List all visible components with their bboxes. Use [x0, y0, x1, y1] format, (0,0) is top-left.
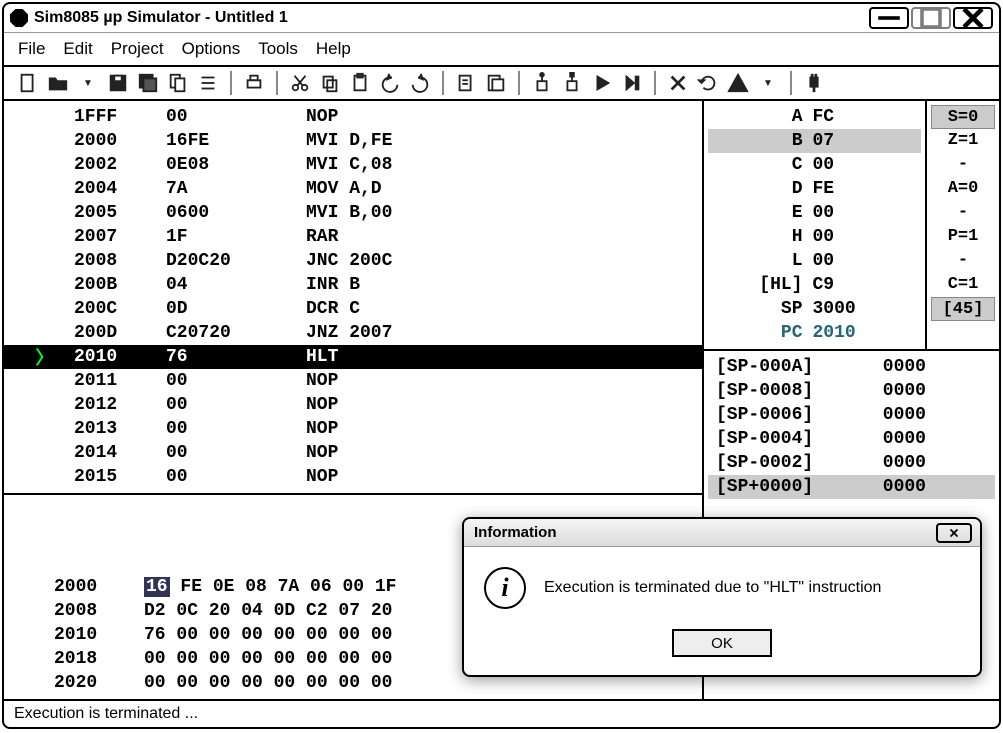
- open-file-icon[interactable]: [46, 71, 70, 95]
- code-row[interactable]: 200DC20720JNZ 2007: [4, 321, 702, 345]
- toolbar-separator: [654, 71, 656, 95]
- flag-cell: Z=1: [931, 129, 995, 153]
- register-row-h[interactable]: H00: [708, 225, 921, 249]
- statusbar: Execution is terminated ...: [4, 699, 999, 727]
- flag-cell: A=0: [931, 177, 995, 201]
- flag-cell: S=0: [931, 105, 995, 129]
- new-file-icon[interactable]: [16, 71, 40, 95]
- save-icon[interactable]: [106, 71, 130, 95]
- register-row-c[interactable]: C00: [708, 153, 921, 177]
- plug-icon[interactable]: [802, 71, 826, 95]
- paste-icon[interactable]: [348, 71, 372, 95]
- register-row-l[interactable]: L00: [708, 249, 921, 273]
- dropdown-icon[interactable]: ▼: [76, 71, 100, 95]
- menu-options[interactable]: Options: [182, 39, 241, 59]
- flags-pane[interactable]: S=0Z=1-A=0-P=1-C=1[45]: [927, 101, 999, 349]
- stack-row[interactable]: [SP-000A]0000: [708, 355, 995, 379]
- redo-icon[interactable]: [408, 71, 432, 95]
- code-row[interactable]: 201500NOP: [4, 465, 702, 489]
- flag-cell: C=1: [931, 273, 995, 297]
- menu-edit[interactable]: Edit: [63, 39, 92, 59]
- code-row[interactable]: 20071FRAR: [4, 225, 702, 249]
- dialog-title: Information: [474, 524, 936, 541]
- play-icon[interactable]: [590, 71, 614, 95]
- register-row-hl[interactable]: [HL]C9: [708, 273, 921, 297]
- code-row[interactable]: 201200NOP: [4, 393, 702, 417]
- menu-file[interactable]: File: [18, 39, 45, 59]
- save-all-icon[interactable]: [136, 71, 160, 95]
- dialog-titlebar: Information: [464, 519, 980, 547]
- stack-row[interactable]: [SP-0004]0000: [708, 427, 995, 451]
- code-row[interactable]: 20020E08MVI C,08: [4, 153, 702, 177]
- app-icon: [10, 9, 28, 27]
- code-row[interactable]: 200016FEMVI D,FE: [4, 129, 702, 153]
- refresh-icon[interactable]: [696, 71, 720, 95]
- menu-tools[interactable]: Tools: [258, 39, 298, 59]
- code-row[interactable]: 2008D20C20JNC 200C: [4, 249, 702, 273]
- undo-icon[interactable]: [378, 71, 402, 95]
- close-button[interactable]: [953, 7, 993, 29]
- information-dialog: Information i Execution is terminated du…: [462, 517, 982, 677]
- menu-project[interactable]: Project: [111, 39, 164, 59]
- disassembly-pane[interactable]: 1FFF00NOP200016FEMVI D,FE20020E08MVI C,0…: [4, 101, 702, 493]
- code-row[interactable]: 1FFF00NOP: [4, 105, 702, 129]
- titlebar: Sim8085 µp Simulator - Untitled 1: [4, 4, 999, 32]
- print-icon[interactable]: [242, 71, 266, 95]
- toolbar-separator: [230, 71, 232, 95]
- flag-cell: -: [931, 153, 995, 177]
- copy-file-icon[interactable]: [166, 71, 190, 95]
- toolbar-separator: [790, 71, 792, 95]
- register-row-e[interactable]: E00: [708, 201, 921, 225]
- code-row[interactable]: 20050600MVI B,00: [4, 201, 702, 225]
- code-row[interactable]: 200C0DDCR C: [4, 297, 702, 321]
- register-row-pc[interactable]: PC2010: [708, 321, 921, 345]
- code-row[interactable]: 200B04INR B: [4, 273, 702, 297]
- info-icon: i: [484, 567, 526, 609]
- register-row-sp[interactable]: SP3000: [708, 297, 921, 321]
- code-row[interactable]: 20047AMOV A,D: [4, 177, 702, 201]
- dropdown2-icon[interactable]: ▼: [756, 71, 780, 95]
- toolbar: ▼▼: [4, 65, 999, 101]
- stop-icon[interactable]: [666, 71, 690, 95]
- code-row[interactable]: 201400NOP: [4, 441, 702, 465]
- minimize-button[interactable]: [869, 7, 909, 29]
- register-row-d[interactable]: DFE: [708, 177, 921, 201]
- stack-row[interactable]: [SP-0008]0000: [708, 379, 995, 403]
- toolbar-separator: [276, 71, 278, 95]
- register-row-a[interactable]: AFC: [708, 105, 921, 129]
- code-row[interactable]: 201100NOP: [4, 369, 702, 393]
- doc1-icon[interactable]: [454, 71, 478, 95]
- maximize-button[interactable]: [911, 7, 951, 29]
- flag-cell: [45]: [931, 297, 995, 321]
- flag-cell: P=1: [931, 225, 995, 249]
- dialog-close-button[interactable]: [936, 523, 972, 543]
- code-row[interactable]: 201300NOP: [4, 417, 702, 441]
- register-row-b[interactable]: B07: [708, 129, 921, 153]
- menu-help[interactable]: Help: [316, 39, 351, 59]
- menubar: File Edit Project Options Tools Help: [4, 32, 999, 65]
- cut-icon[interactable]: [288, 71, 312, 95]
- stack-row[interactable]: [SP+0000]0000: [708, 475, 995, 499]
- dialog-message: Execution is terminated due to "HLT" ins…: [544, 579, 881, 597]
- registers-pane[interactable]: AFCB07C00DFEE00H00L00[HL]C9SP3000PC2010: [704, 101, 927, 349]
- flag-cell: -: [931, 201, 995, 225]
- window-title: Sim8085 µp Simulator - Untitled 1: [34, 9, 869, 27]
- stack-row[interactable]: [SP-0002]0000: [708, 451, 995, 475]
- assemble-icon[interactable]: [530, 71, 554, 95]
- toolbar-separator: [518, 71, 520, 95]
- step-icon[interactable]: [620, 71, 644, 95]
- doc2-icon[interactable]: [484, 71, 508, 95]
- flag-cell: -: [931, 249, 995, 273]
- warning-icon[interactable]: [726, 71, 750, 95]
- run-to-icon[interactable]: [560, 71, 584, 95]
- toolbar-separator: [442, 71, 444, 95]
- ok-button[interactable]: OK: [672, 629, 772, 657]
- copy-icon[interactable]: [318, 71, 342, 95]
- list-icon[interactable]: [196, 71, 220, 95]
- code-row[interactable]: 〉201076HLT: [4, 345, 702, 369]
- stack-row[interactable]: [SP-0006]0000: [708, 403, 995, 427]
